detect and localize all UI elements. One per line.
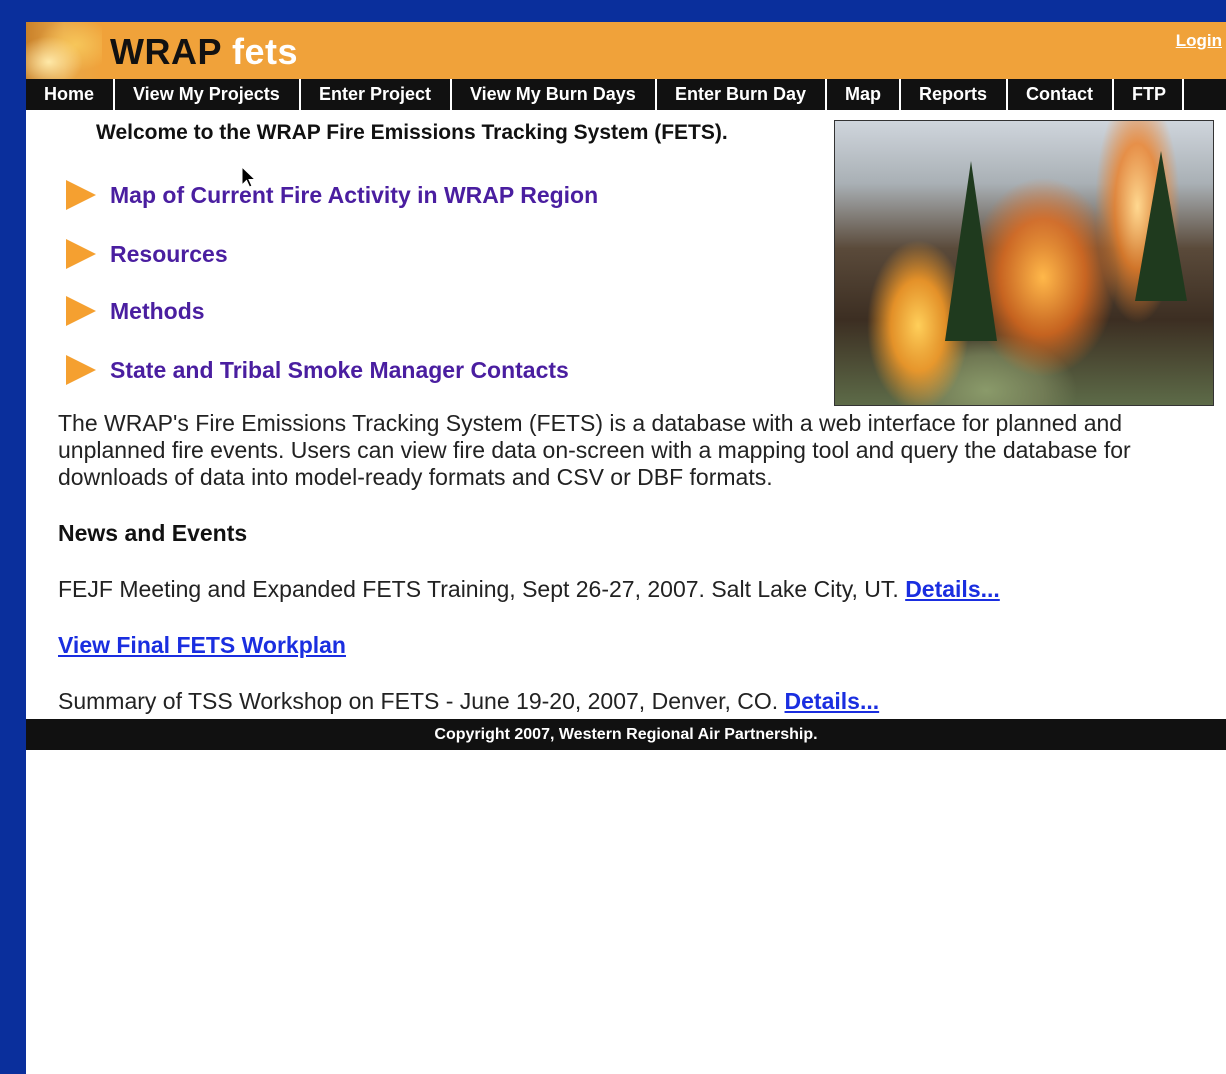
news-heading: News and Events bbox=[58, 520, 248, 546]
quick-link-label[interactable]: Resources bbox=[110, 241, 228, 268]
welcome-heading: Welcome to the WRAP Fire Emissions Track… bbox=[96, 121, 728, 144]
wildfire-photo bbox=[834, 120, 1214, 406]
news-item: FEJF Meeting and Expanded FETS Training,… bbox=[58, 576, 1000, 603]
quick-link-label[interactable]: Methods bbox=[110, 298, 205, 325]
web-page: WRAP fets Login Home View My Projects Ent… bbox=[26, 22, 1226, 1074]
arrow-right-icon bbox=[66, 355, 96, 385]
nav-view-my-burn-days[interactable]: View My Burn Days bbox=[452, 79, 657, 110]
news-text: Summary of TSS Workshop on FETS - June 1… bbox=[58, 688, 785, 714]
nav-enter-project[interactable]: Enter Project bbox=[301, 79, 452, 110]
nav-contact[interactable]: Contact bbox=[1008, 79, 1114, 110]
mouse-pointer-icon bbox=[241, 166, 257, 188]
news-item: View Final FETS Workplan bbox=[58, 632, 346, 659]
quick-link-label[interactable]: Map of Current Fire Activity in WRAP Reg… bbox=[110, 182, 598, 209]
workplan-link[interactable]: View Final FETS Workplan bbox=[58, 632, 346, 658]
nav-view-my-projects[interactable]: View My Projects bbox=[115, 79, 301, 110]
arrow-right-icon bbox=[66, 239, 96, 269]
banner-fire-image bbox=[26, 22, 102, 79]
fets-description: The WRAP's Fire Emissions Tracking Syste… bbox=[58, 410, 1131, 490]
photo-tree bbox=[945, 161, 997, 341]
news-item: Summary of TSS Workshop on FETS - June 1… bbox=[58, 688, 879, 715]
logo-text-wrap: WRAP bbox=[110, 31, 222, 72]
news-text: FEJF Meeting and Expanded FETS Training,… bbox=[58, 576, 906, 602]
details-link[interactable]: Details... bbox=[905, 576, 1000, 602]
nav-ftp[interactable]: FTP bbox=[1114, 79, 1184, 110]
site-banner: WRAP fets Login bbox=[26, 22, 1226, 79]
arrow-right-icon bbox=[66, 296, 96, 326]
site-logo[interactable]: WRAP fets bbox=[110, 32, 298, 72]
photo-tree bbox=[1135, 151, 1187, 301]
nav-map[interactable]: Map bbox=[827, 79, 901, 110]
arrow-right-icon bbox=[66, 180, 96, 210]
details-link[interactable]: Details... bbox=[785, 688, 880, 714]
footer-copyright: Copyright 2007, Western Regional Air Par… bbox=[26, 719, 1226, 750]
main-nav: Home View My Projects Enter Project View… bbox=[26, 79, 1226, 110]
logo-text-fets: fets bbox=[232, 31, 299, 72]
nav-home[interactable]: Home bbox=[26, 79, 115, 110]
nav-enter-burn-day[interactable]: Enter Burn Day bbox=[657, 79, 827, 110]
nav-reports[interactable]: Reports bbox=[901, 79, 1008, 110]
quick-link-label[interactable]: State and Tribal Smoke Manager Contacts bbox=[110, 357, 569, 384]
login-link[interactable]: Login bbox=[1176, 31, 1222, 51]
